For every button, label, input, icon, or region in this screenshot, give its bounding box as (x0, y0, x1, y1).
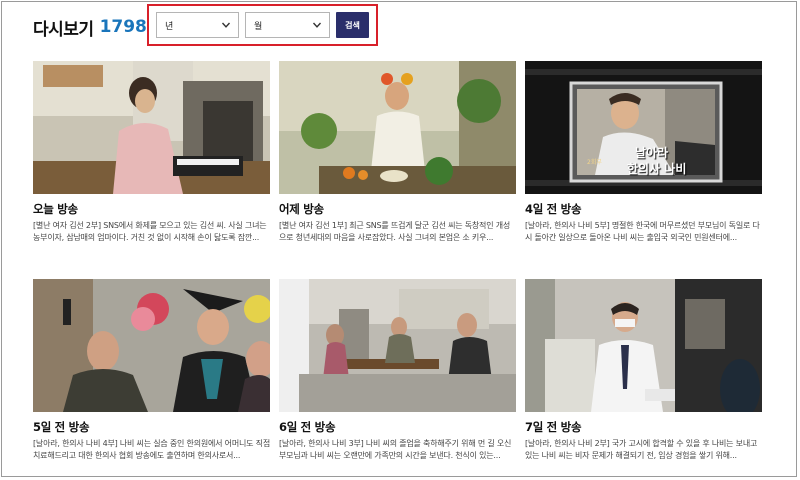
episode-title[interactable]: 5일 전 방송 (33, 420, 270, 435)
page-header: 다시보기 1798 (33, 12, 147, 42)
episode-thumbnail[interactable] (279, 279, 516, 412)
episode-card[interactable]: 5일 전 방송 [날아라, 한의사 나비 4부] 나비 씨는 실습 중인 한의원… (33, 279, 270, 462)
episode-title[interactable]: 7일 전 방송 (525, 420, 762, 435)
episode-thumbnail[interactable] (33, 61, 270, 194)
chevron-down-icon (312, 22, 322, 28)
episode-description: [날아라, 한의사 나비 2부] 국가 고시에 합격할 수 있을 후 나비는 보… (525, 439, 758, 460)
year-select-value: 년 (165, 21, 174, 32)
episode-card[interactable]: 2회부 날아라 한의사 나비 4일 전 방송 [날아라, 한의사 나비 5부] … (525, 61, 762, 244)
episode-count: 1798 (99, 17, 147, 37)
thumbnail-overlay-title: 날아라 (635, 146, 669, 160)
month-select-value: 월 (254, 21, 263, 32)
episode-title[interactable]: 6일 전 방송 (279, 420, 516, 435)
episode-card[interactable]: 오늘 방송 [별난 여자 김선 2부] SNS에서 화제를 모으고 있는 김선 … (33, 61, 270, 244)
episode-title[interactable]: 4일 전 방송 (525, 202, 762, 217)
episode-card[interactable]: 7일 전 방송 [날아라, 한의사 나비 2부] 국가 고시에 합격할 수 있을… (525, 279, 762, 462)
episode-title[interactable]: 어제 방송 (279, 202, 516, 217)
thumbnail-overlay-subtitle: 한의사 나비 (627, 162, 687, 176)
episode-card[interactable]: 어제 방송 [별난 여자 김선 1부] 최근 SNS를 뜨겁게 달군 김선 씨는… (279, 61, 516, 244)
episode-description: [별난 여자 김선 1부] 최근 SNS를 뜨겁게 달군 김선 씨는 독창적인 … (279, 221, 511, 242)
year-select[interactable]: 년 (156, 12, 239, 38)
month-select[interactable]: 월 (245, 12, 330, 38)
episode-card[interactable]: 6일 전 방송 [날아라, 한의사 나비 3부] 나비 씨의 졸업을 축하해주기… (279, 279, 516, 462)
thumbnail-overlay-tag: 2회부 (587, 159, 602, 166)
episode-thumbnail[interactable]: 2회부 날아라 한의사 나비 (525, 61, 762, 194)
chevron-down-icon (221, 22, 231, 28)
page-title: 다시보기 (33, 19, 94, 40)
episode-description: [별난 여자 김선 2부] SNS에서 화제를 모으고 있는 김선 씨. 사실 … (33, 221, 267, 242)
episode-description: [날아라, 한의사 나비 4부] 나비 씨는 실습 중인 한의원에서 어머니도 … (33, 439, 270, 460)
episode-thumbnail[interactable] (525, 279, 762, 412)
episode-title[interactable]: 오늘 방송 (33, 202, 270, 217)
episode-description: [날아라, 한의사 나비 5부] 명절한 한국에 머무르셨던 부모님이 독일로 … (525, 221, 760, 242)
search-button[interactable]: 검색 (336, 12, 369, 38)
episode-thumbnail[interactable] (279, 61, 516, 194)
episode-description: [날아라, 한의사 나비 3부] 나비 씨의 졸업을 축하해주기 위해 먼 길 … (279, 439, 512, 460)
episode-thumbnail[interactable] (33, 279, 270, 412)
